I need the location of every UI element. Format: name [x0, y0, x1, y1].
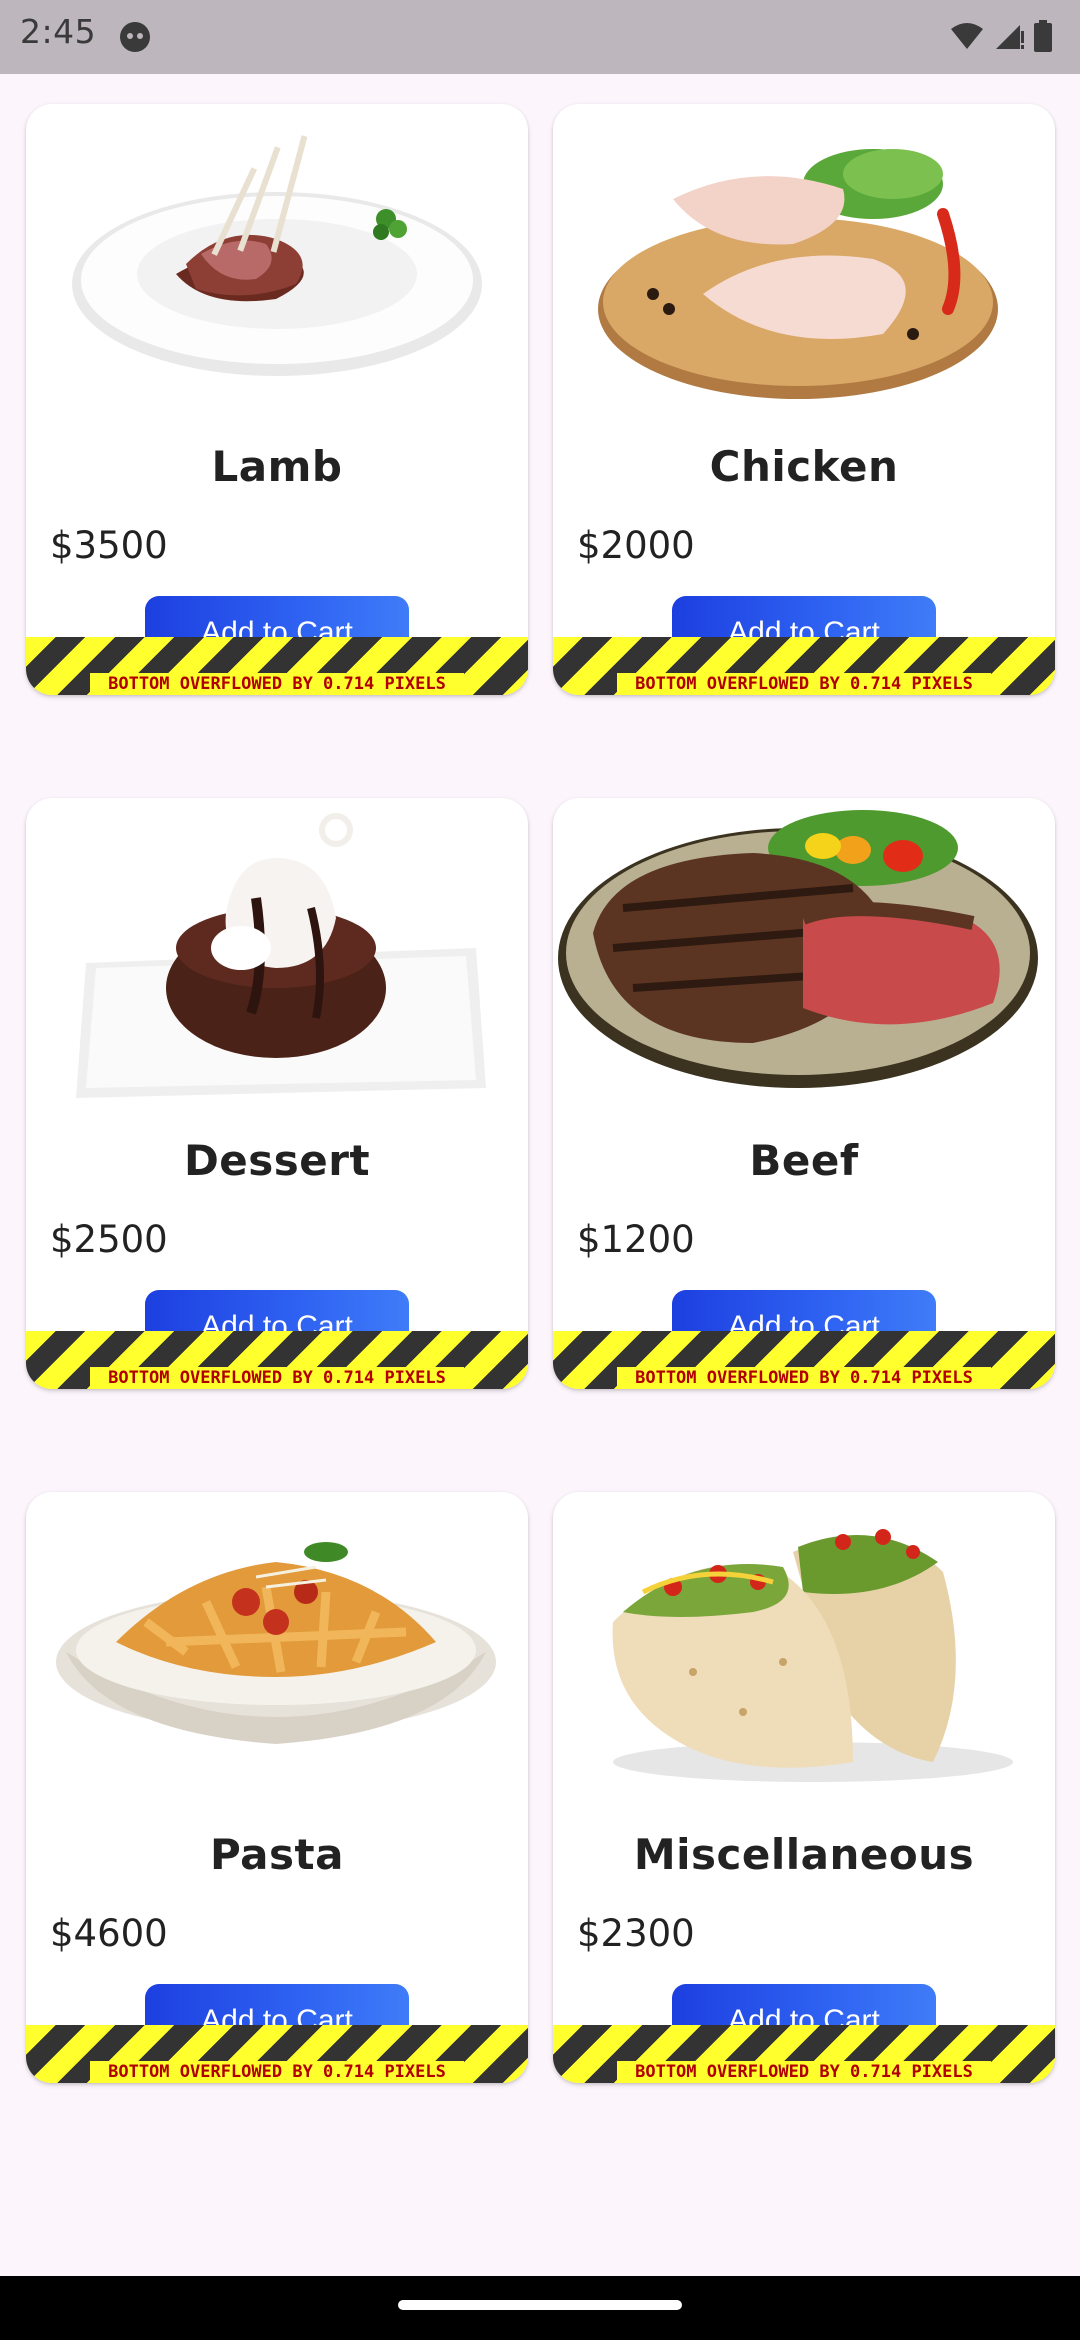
lamb-image: [72, 135, 482, 376]
product-price: $4600: [50, 1912, 168, 1955]
product-price: $2000: [577, 524, 695, 567]
product-name: Chicken: [709, 442, 899, 491]
product-name: Lamb: [211, 442, 343, 491]
product-name: Miscellaneous: [633, 1830, 975, 1879]
status-icons: [950, 16, 1052, 56]
product-price: $2300: [577, 1912, 695, 1955]
navigation-bar: [0, 2276, 1080, 2340]
overflow-warning-text: BOTTOM OVERFLOWED BY 0.714 PIXELS: [617, 673, 991, 695]
face-icon: [120, 22, 150, 52]
tacos-image: [612, 1529, 1013, 1782]
battery-icon: [1034, 20, 1052, 52]
product-name: Pasta: [210, 1830, 344, 1879]
home-gesture-handle[interactable]: [398, 2300, 682, 2310]
product-price: $3500: [50, 524, 168, 567]
beef-image: [558, 810, 1038, 1088]
product-card-dessert[interactable]: Dessert $2500 Add to Cart BOTTOM OVERFLO…: [26, 798, 528, 1389]
wifi-icon: [951, 23, 983, 49]
overflow-warning-text: BOTTOM OVERFLOWED BY 0.714 PIXELS: [90, 673, 464, 695]
product-price: $1200: [577, 1218, 695, 1261]
product-card-pasta[interactable]: Pasta $4600 Add to Cart BOTTOM OVERFLOWE…: [26, 1492, 528, 2083]
chicken-image: [598, 149, 998, 399]
signal-icon: [996, 25, 1024, 49]
overflow-warning-text: BOTTOM OVERFLOWED BY 0.714 PIXELS: [617, 2061, 991, 2083]
dessert-image: [76, 813, 486, 1098]
overflow-warning-text: BOTTOM OVERFLOWED BY 0.714 PIXELS: [617, 1367, 991, 1389]
overflow-warning-text: BOTTOM OVERFLOWED BY 0.714 PIXELS: [90, 1367, 464, 1389]
product-name: Dessert: [183, 1136, 371, 1185]
product-card-chicken[interactable]: Chicken $2000 Add to Cart BOTTOM OVERFLO…: [553, 104, 1055, 695]
status-time: 2:45: [20, 12, 97, 51]
status-bar: 2:45: [0, 0, 1080, 74]
product-card-miscellaneous[interactable]: Miscellaneous $2300 Add to Cart BOTTOM O…: [553, 1492, 1055, 2083]
product-card-beef[interactable]: Beef $1200 Add to Cart BOTTOM OVERFLOWED…: [553, 798, 1055, 1389]
overflow-warning-text: BOTTOM OVERFLOWED BY 0.714 PIXELS: [90, 2061, 464, 2083]
pasta-image: [56, 1542, 496, 1744]
product-price: $2500: [50, 1218, 168, 1261]
product-card-lamb[interactable]: Lamb $3500 Add to Cart BOTTOM OVERFLOWED…: [26, 104, 528, 695]
product-name: Beef: [749, 1136, 859, 1185]
